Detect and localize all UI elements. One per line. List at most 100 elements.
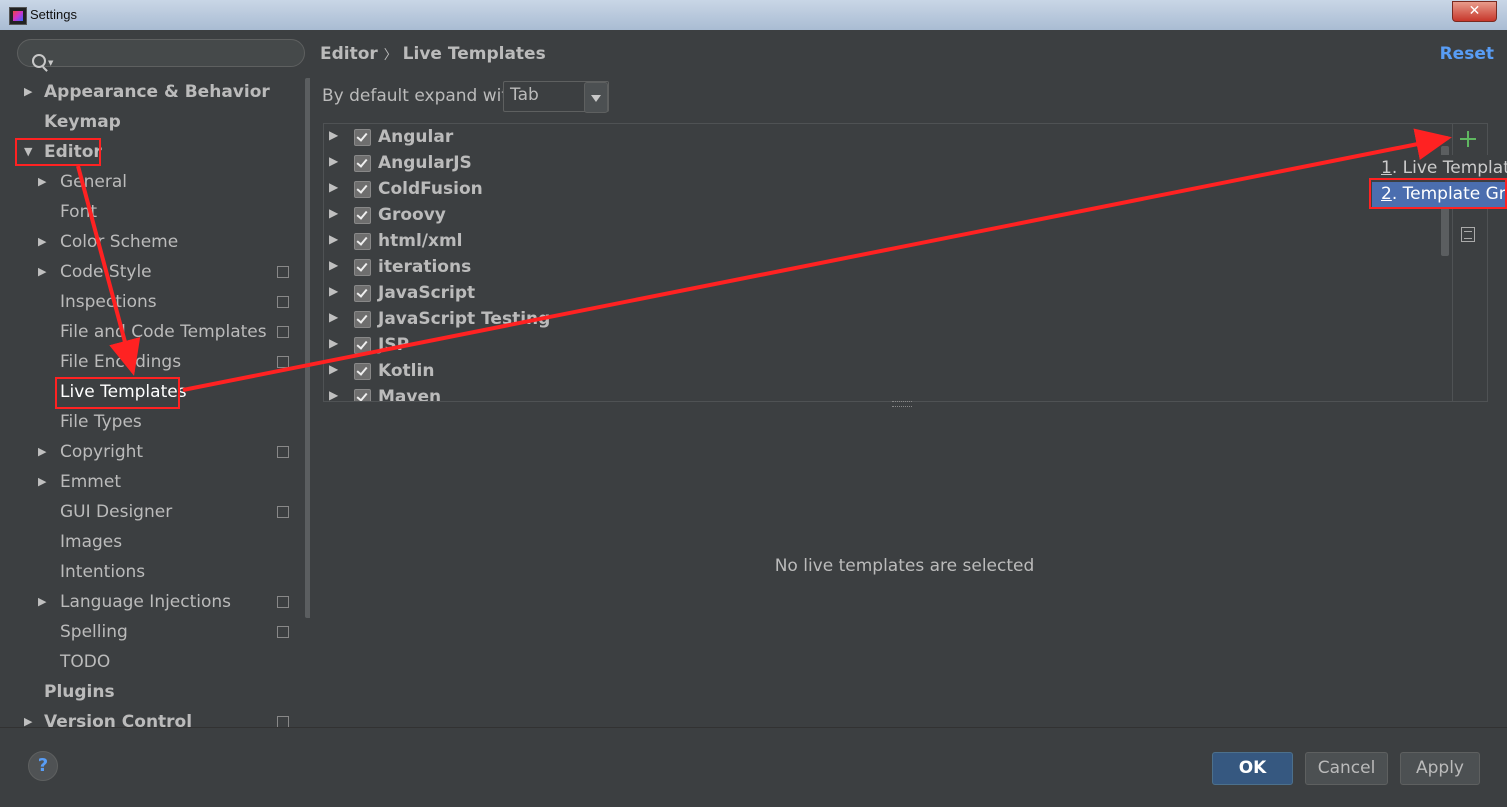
reset-link[interactable]: Reset bbox=[1440, 44, 1494, 64]
help-button[interactable]: ? bbox=[28, 751, 58, 781]
template-group-row[interactable]: ▶ Angular bbox=[324, 125, 1444, 151]
collapsed-arrow-icon[interactable]: ▶ bbox=[329, 232, 338, 246]
template-group-row[interactable]: ▶ JavaScript bbox=[324, 281, 1444, 307]
group-enabled-checkbox[interactable] bbox=[354, 129, 371, 146]
cancel-button[interactable]: Cancel bbox=[1305, 752, 1388, 785]
sidebar-item-inspections[interactable]: Inspections bbox=[60, 287, 298, 317]
sidebar-item-font[interactable]: Font bbox=[60, 197, 298, 227]
project-settings-icon bbox=[277, 266, 289, 278]
sidebar-item-general[interactable]: ▶ General bbox=[38, 167, 298, 197]
sidebar-item-images[interactable]: Images bbox=[60, 527, 298, 557]
collapsed-arrow-icon[interactable]: ▶ bbox=[38, 167, 46, 197]
settings-search-input[interactable]: ▼ bbox=[17, 39, 305, 68]
collapsed-arrow-icon[interactable]: ▶ bbox=[329, 258, 338, 272]
add-icon[interactable] bbox=[1458, 129, 1478, 149]
sidebar-item-plugins[interactable]: Plugins bbox=[44, 677, 298, 707]
ok-button[interactable]: OK bbox=[1212, 752, 1293, 785]
sidebar-item-label: Plugins bbox=[44, 682, 115, 702]
sidebar-item-intentions[interactable]: Intentions bbox=[60, 557, 298, 587]
collapsed-arrow-icon[interactable]: ▶ bbox=[38, 587, 46, 617]
dialog-footer: ? OK Cancel Apply bbox=[0, 727, 1507, 807]
apply-button[interactable]: Apply bbox=[1400, 752, 1480, 785]
project-settings-icon bbox=[277, 506, 289, 518]
template-groups-list: ▶ Angular ▶ AngularJS ▶ ColdFusion ▶ Groovy ▶ htm… bbox=[323, 123, 1488, 402]
breadcrumb-current: Live Templates bbox=[402, 44, 546, 64]
project-settings-icon bbox=[277, 296, 289, 308]
collapsed-arrow-icon[interactable]: ▶ bbox=[24, 77, 32, 107]
template-list-icon[interactable] bbox=[1461, 227, 1475, 242]
group-enabled-checkbox[interactable] bbox=[354, 363, 371, 380]
sidebar-item-keymap[interactable]: Keymap bbox=[44, 107, 298, 137]
sidebar-item-label: File and Code Templates bbox=[60, 322, 267, 342]
sidebar-item-file-types[interactable]: File Types bbox=[60, 407, 298, 437]
panel-splitter-handle[interactable] bbox=[892, 401, 912, 407]
sidebar-item-file-and-code-templates[interactable]: File and Code Templates bbox=[60, 317, 298, 347]
sidebar-item-label: TODO bbox=[60, 652, 111, 672]
group-enabled-checkbox[interactable] bbox=[354, 285, 371, 302]
sidebar-item-gui-designer[interactable]: GUI Designer bbox=[60, 497, 298, 527]
template-group-name: Kotlin bbox=[378, 361, 435, 381]
sidebar-item-label: File Types bbox=[60, 412, 142, 432]
template-group-name: JavaScript bbox=[378, 283, 476, 303]
sidebar-item-language-injections[interactable]: ▶ Language Injections bbox=[38, 587, 298, 617]
group-enabled-checkbox[interactable] bbox=[354, 259, 371, 276]
sidebar-item-emmet[interactable]: ▶ Emmet bbox=[38, 467, 298, 497]
collapsed-arrow-icon[interactable]: ▶ bbox=[38, 257, 46, 287]
collapsed-arrow-icon[interactable]: ▶ bbox=[329, 128, 338, 142]
template-group-row[interactable]: ▶ iterations bbox=[324, 255, 1444, 281]
collapsed-arrow-icon[interactable]: ▶ bbox=[38, 437, 46, 467]
breadcrumb-parent: Editor bbox=[320, 44, 378, 64]
sidebar-item-appearance-behavior[interactable]: ▶ Appearance & Behavior bbox=[24, 77, 298, 107]
template-group-row[interactable]: ▶ ColdFusion bbox=[324, 177, 1444, 203]
sidebar-item-label: General bbox=[60, 172, 127, 192]
window-title: Settings bbox=[30, 7, 77, 22]
expand-with-select[interactable]: Tab bbox=[503, 81, 609, 113]
template-group-row[interactable]: ▶ JSP bbox=[324, 333, 1444, 359]
annotation-box-template-group bbox=[1369, 178, 1507, 209]
template-group-name: iterations bbox=[378, 257, 472, 277]
template-group-row[interactable]: ▶ Groovy bbox=[324, 203, 1444, 229]
collapsed-arrow-icon[interactable]: ▶ bbox=[329, 284, 338, 298]
group-enabled-checkbox[interactable] bbox=[354, 207, 371, 224]
template-group-row[interactable]: ▶ Kotlin bbox=[324, 359, 1444, 385]
sidebar-item-file-encodings[interactable]: File Encodings bbox=[60, 347, 298, 377]
chevron-down-icon[interactable] bbox=[584, 82, 608, 113]
empty-selection-message: No live templates are selected bbox=[774, 556, 1035, 576]
sidebar-item-color-scheme[interactable]: ▶ Color Scheme bbox=[38, 227, 298, 257]
collapsed-arrow-icon[interactable]: ▶ bbox=[38, 467, 46, 497]
search-options-chevron-icon[interactable]: ▼ bbox=[48, 59, 53, 67]
window-close-button[interactable]: ✕ bbox=[1452, 1, 1497, 22]
template-group-row[interactable]: ▶ html/xml bbox=[324, 229, 1444, 255]
sidebar-item-spelling[interactable]: Spelling bbox=[60, 617, 298, 647]
sidebar-item-label: Appearance & Behavior bbox=[44, 82, 270, 102]
group-enabled-checkbox[interactable] bbox=[354, 337, 371, 354]
collapsed-arrow-icon[interactable]: ▶ bbox=[329, 362, 338, 376]
group-enabled-checkbox[interactable] bbox=[354, 233, 371, 250]
collapsed-arrow-icon[interactable]: ▶ bbox=[329, 154, 338, 168]
group-enabled-checkbox[interactable] bbox=[354, 181, 371, 198]
collapsed-arrow-icon[interactable]: ▶ bbox=[38, 227, 46, 257]
collapsed-arrow-icon[interactable]: ▶ bbox=[329, 310, 338, 324]
sidebar-item-label: Intentions bbox=[60, 562, 146, 582]
group-enabled-checkbox[interactable] bbox=[354, 311, 371, 328]
search-icon bbox=[32, 54, 46, 68]
template-group-row[interactable]: ▶ JavaScript Testing bbox=[324, 307, 1444, 333]
group-enabled-checkbox[interactable] bbox=[354, 389, 371, 401]
collapsed-arrow-icon[interactable]: ▶ bbox=[329, 336, 338, 350]
collapsed-arrow-icon[interactable]: ▶ bbox=[329, 206, 338, 220]
sidebar-item-label: Keymap bbox=[44, 112, 121, 132]
collapsed-arrow-icon[interactable]: ▶ bbox=[329, 180, 338, 194]
sidebar-item-copyright[interactable]: ▶ Copyright bbox=[38, 437, 298, 467]
group-enabled-checkbox[interactable] bbox=[354, 155, 371, 172]
template-group-name: AngularJS bbox=[378, 153, 472, 173]
sidebar-item-code-style[interactable]: ▶ Code Style bbox=[38, 257, 298, 287]
sidebar-item-todo[interactable]: TODO bbox=[60, 647, 298, 677]
template-group-name: Angular bbox=[378, 127, 454, 147]
template-group-row[interactable]: ▶ AngularJS bbox=[324, 151, 1444, 177]
window-titlebar: Settings ✕ bbox=[0, 0, 1507, 30]
template-group-row[interactable]: ▶ Maven bbox=[324, 385, 1444, 401]
template-group-name: ColdFusion bbox=[378, 179, 483, 199]
sidebar-item-label: Emmet bbox=[60, 472, 121, 492]
collapsed-arrow-icon[interactable]: ▶ bbox=[329, 388, 338, 401]
expand-with-value: Tab bbox=[510, 85, 539, 105]
